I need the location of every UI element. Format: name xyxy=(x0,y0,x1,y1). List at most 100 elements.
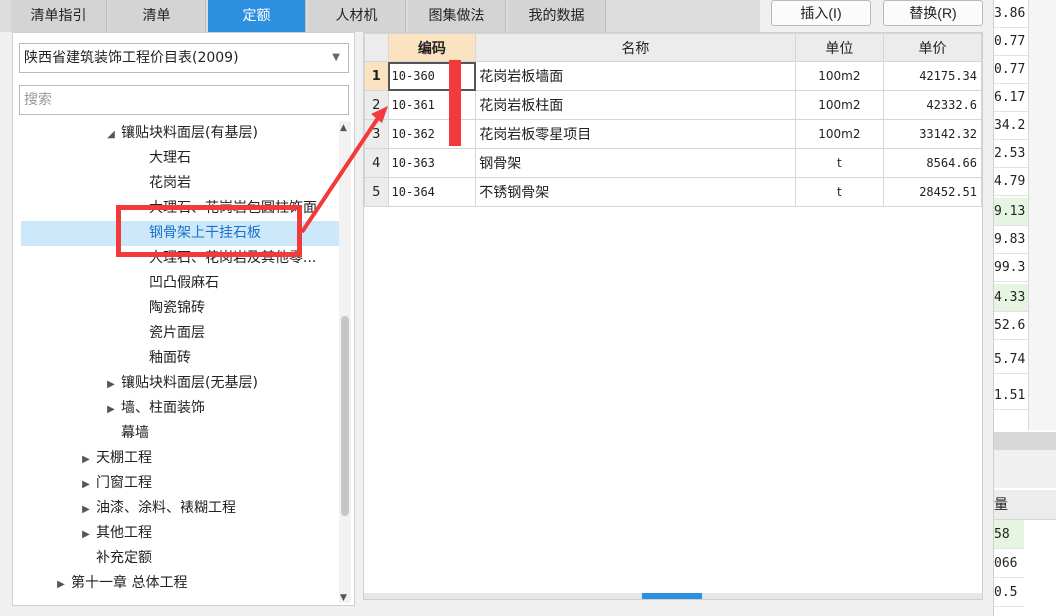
annotation-highlight-bar xyxy=(449,60,461,146)
tab-labor-material-machine[interactable]: 人材机 xyxy=(308,0,406,32)
code-cell[interactable]: 10-363 xyxy=(387,148,477,178)
value-cell: 6.17 xyxy=(994,84,1028,112)
expand-arrow-icon[interactable]: ▶ xyxy=(101,397,121,421)
right-panel-column xyxy=(1028,0,1056,430)
value-cell: 066 xyxy=(994,549,1024,578)
value-cell: 52.6 xyxy=(994,312,1028,340)
scroll-up-icon[interactable]: ▲ xyxy=(340,123,347,133)
tab-quota[interactable]: 定额 xyxy=(208,0,306,32)
expand-arrow-icon[interactable]: ▶ xyxy=(76,497,96,521)
table-row[interactable]: 5 10-364 不锈钢骨架 t 28452.51 xyxy=(364,177,982,207)
tab-bill-guide[interactable]: 清单指引 xyxy=(11,0,107,32)
row-index: 2 xyxy=(364,90,389,120)
tree-node[interactable]: ▶ 墙、柱面装饰 xyxy=(101,396,205,421)
tree-scrollbar[interactable]: ▲ ▼ xyxy=(339,121,351,603)
name-column-header[interactable]: 名称 xyxy=(475,33,796,62)
price-cell[interactable]: 42332.6 xyxy=(883,90,982,120)
expand-arrow-icon[interactable]: ▶ xyxy=(76,472,96,496)
tree-node[interactable]: 花岗岩 xyxy=(149,171,191,196)
value-cell: 5.74 xyxy=(994,346,1028,374)
grid-splitter[interactable] xyxy=(364,593,982,599)
insert-button[interactable]: 插入(I) xyxy=(771,0,871,26)
scroll-thumb[interactable] xyxy=(341,316,349,516)
library-select[interactable]: 陕西省建筑装饰工程价目表(2009) ▼ xyxy=(19,43,349,73)
quantity-column-header: 量 xyxy=(994,490,1056,520)
scroll-down-icon[interactable]: ▼ xyxy=(340,593,347,603)
price-cell[interactable]: 28452.51 xyxy=(883,177,982,207)
price-cell[interactable]: 33142.32 xyxy=(883,119,982,149)
row-index: 5 xyxy=(364,177,389,207)
value-cell: 3.86 xyxy=(994,0,1028,28)
expand-arrow-icon[interactable]: ▶ xyxy=(51,572,71,596)
code-cell[interactable]: 10-360 xyxy=(387,61,477,91)
tree-node[interactable]: 幕墙 xyxy=(121,421,149,446)
chapter-tree: ◢ 镶贴块料面层(有基层) 大理石 花岗岩 大理石、花岗岩包圆柱饰面 钢骨架上干挂… xyxy=(13,121,339,607)
right-panel-toolbar xyxy=(994,450,1056,488)
unit-cell[interactable]: t xyxy=(794,177,885,207)
value-cell: 0.77 xyxy=(994,28,1028,56)
table-row[interactable]: 4 10-363 钢骨架 t 8564.66 xyxy=(364,148,982,178)
row-index: 3 xyxy=(364,119,389,149)
value-cell: 1.51 xyxy=(994,382,1028,410)
code-cell[interactable]: 10-364 xyxy=(387,177,477,207)
value-cell: 4.33 xyxy=(994,284,1028,312)
code-column-header[interactable]: 编码 xyxy=(387,33,477,62)
code-cell[interactable]: 10-361 xyxy=(387,90,477,120)
unit-column-header[interactable]: 单位 xyxy=(794,33,885,62)
tree-node[interactable]: 补充定额 xyxy=(96,546,152,571)
expand-arrow-icon[interactable]: ▶ xyxy=(76,522,96,546)
chevron-down-icon[interactable]: ▼ xyxy=(332,44,340,72)
name-cell[interactable]: 不锈钢骨架 xyxy=(475,177,796,207)
price-column-header[interactable]: 单价 xyxy=(883,33,982,62)
tree-node[interactable]: 凹凸假麻石 xyxy=(149,271,219,296)
row-index: 1 xyxy=(364,61,389,91)
value-cell: 0.5 xyxy=(994,578,1024,607)
tree-node[interactable]: ▶ 其他工程 xyxy=(76,521,152,546)
tree-node[interactable]: 大理石 xyxy=(149,146,191,171)
tree-node[interactable]: ▶ 第十一章 总体工程 xyxy=(51,571,187,596)
tree-node[interactable]: ◢ 镶贴块料面层(有基层) xyxy=(101,121,258,146)
expand-arrow-icon[interactable]: ▶ xyxy=(101,372,121,396)
code-cell[interactable]: 10-362 xyxy=(387,119,477,149)
tab-bar: 清单指引 清单 定额 人材机 图集做法 我的数据 xyxy=(0,0,760,32)
value-cell: 58 xyxy=(994,520,1024,549)
collapse-arrow-icon[interactable]: ◢ xyxy=(101,122,121,146)
value-cell: 4.79 xyxy=(994,168,1028,196)
right-panel-splitter[interactable] xyxy=(994,432,1056,450)
price-cell[interactable]: 8564.66 xyxy=(883,148,982,178)
name-cell[interactable]: 钢骨架 xyxy=(475,148,796,178)
row-index: 4 xyxy=(364,148,389,178)
name-cell[interactable]: 花岗岩板柱面 xyxy=(475,90,796,120)
name-cell[interactable]: 花岗岩板零星项目 xyxy=(475,119,796,149)
right-detail-panel: 3.86 0.77 0.77 6.17 34.2 2.53 4.79 9.13 … xyxy=(993,0,1056,616)
unit-cell[interactable]: t xyxy=(794,148,885,178)
tab-bill[interactable]: 清单 xyxy=(108,0,206,32)
name-cell[interactable]: 花岗岩板墙面 xyxy=(475,61,796,91)
expand-arrow-icon[interactable]: ▶ xyxy=(76,447,96,471)
value-cell: 0.77 xyxy=(994,56,1028,84)
tree-node[interactable]: ▶ 天棚工程 xyxy=(76,446,152,471)
value-cell: 2.53 xyxy=(994,140,1028,168)
replace-button[interactable]: 替换(R) xyxy=(883,0,983,26)
app-window: 清单指引 清单 定额 人材机 图集做法 我的数据 插入(I) 替换(R) 陕西省… xyxy=(0,0,1056,616)
library-select-value: 陕西省建筑装饰工程价目表(2009) xyxy=(24,50,239,66)
quota-library-panel: 陕西省建筑装饰工程价目表(2009) ▼ 搜索 ◢ 镶贴块料面层(有基层) 大理石… xyxy=(12,32,355,606)
tree-node[interactable]: ▶ 镶贴块料面层(无基层) xyxy=(101,371,258,396)
unit-cell[interactable]: 100m2 xyxy=(794,119,885,149)
value-cell: 9.83 xyxy=(994,226,1028,254)
search-input[interactable]: 搜索 xyxy=(19,85,349,115)
value-cell: 9.13 xyxy=(994,198,1028,226)
annotation-highlight-box xyxy=(116,205,302,257)
tree-node[interactable]: ▶ 油漆、涂料、裱糊工程 xyxy=(76,496,236,521)
tree-node[interactable]: 陶瓷锦砖 xyxy=(149,296,205,321)
unit-cell[interactable]: 100m2 xyxy=(794,90,885,120)
tab-atlas-practice[interactable]: 图集做法 xyxy=(408,0,506,32)
unit-cell[interactable]: 100m2 xyxy=(794,61,885,91)
price-cell[interactable]: 42175.34 xyxy=(883,61,982,91)
tree-node[interactable]: 釉面砖 xyxy=(149,346,191,371)
tab-my-data[interactable]: 我的数据 xyxy=(508,0,606,32)
tree-node[interactable]: ▶ 门窗工程 xyxy=(76,471,152,496)
value-cell: 34.2 xyxy=(994,112,1028,140)
tree-node[interactable]: 瓷片面层 xyxy=(149,321,205,346)
splitter-grip[interactable] xyxy=(642,593,702,599)
